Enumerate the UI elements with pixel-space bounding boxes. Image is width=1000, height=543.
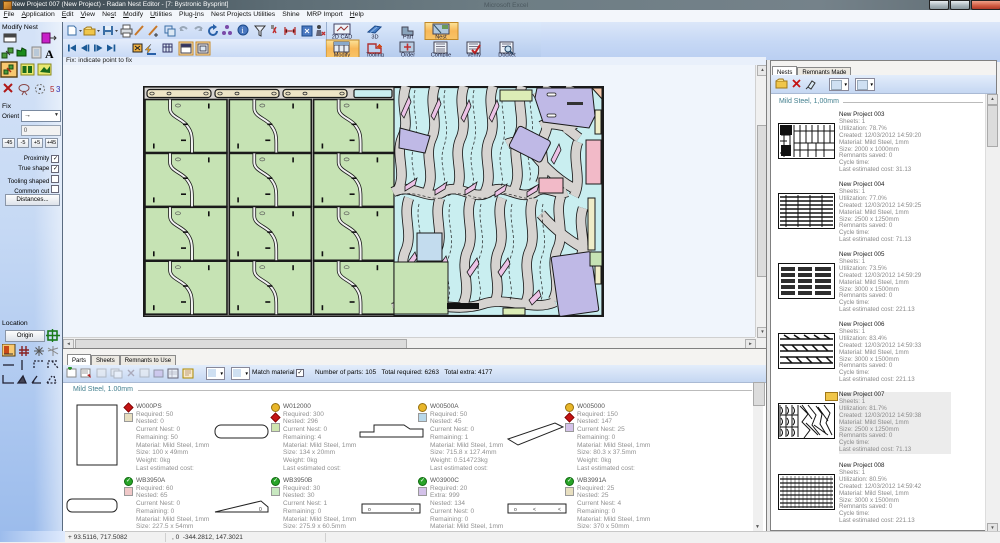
- svg-text:Part: Part: [403, 35, 414, 41]
- svg-text:Nest: Nest: [435, 35, 447, 41]
- svg-text:2D CAD: 2D CAD: [332, 35, 353, 41]
- svg-text:A: A: [45, 47, 54, 61]
- svg-text:5: 5: [50, 85, 55, 94]
- svg-text:3D: 3D: [371, 35, 378, 41]
- svg-text:3: 3: [56, 85, 61, 94]
